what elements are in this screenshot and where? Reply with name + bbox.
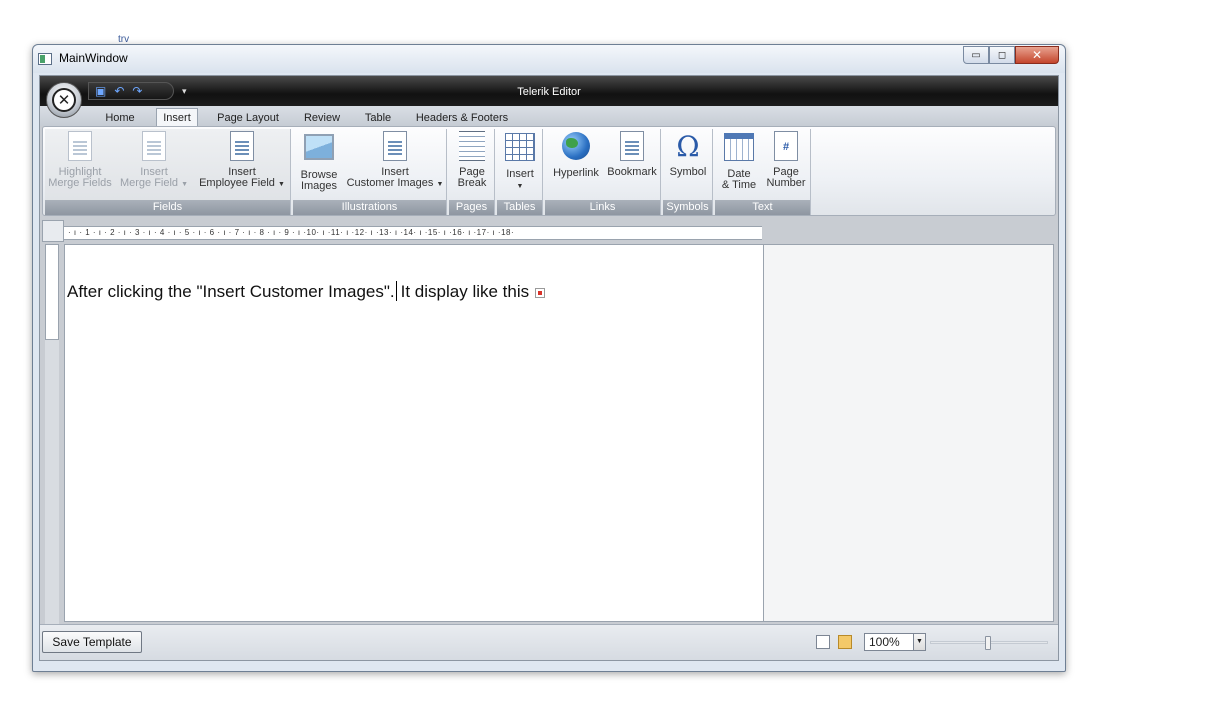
insert-customer-images-button[interactable]: Insert Customer Images ▼ [345,131,445,190]
dropdown-arrow-icon: ▼ [181,181,189,188]
ruler-row: · ı · 1 · ı · 2 · ı · 3 · ı · 4 · ı · 5 … [40,218,1058,242]
maximize-button[interactable]: ◻ [989,46,1015,64]
calendar-clock-icon [724,133,754,161]
document-text-after: It display like this [400,282,530,301]
window-title: MainWindow [59,51,128,65]
minimize-button[interactable]: ▭ [963,46,989,64]
document-text-before: After clicking the "Insert Customer Imag… [67,282,395,301]
save-template-button[interactable]: Save Template [42,631,142,653]
telerik-editor: Telerik Editor ✕ ▣ ↶ ↷ ▾ Home Insert Pag… [39,75,1059,661]
ribbon-tabs: Home Insert Page Layout Review Table Hea… [40,106,1058,127]
group-links: Hyperlink Bookmark Links [545,129,661,215]
symbol-button[interactable]: Ω Symbol [665,131,711,178]
print-layout-view-icon[interactable] [838,635,852,649]
employee-field-icon [230,131,254,161]
app-title: Telerik Editor [517,86,581,98]
telerik-logo-icon: ✕ [52,88,76,112]
insert-merge-field-button[interactable]: Insert Merge Field ▼ [119,131,189,190]
page-break-button[interactable]: Page Break [451,131,493,189]
dropdown-arrow-icon: ▼ [516,183,524,190]
date-time-button[interactable]: Date & Time [717,131,761,191]
window-controls: ▭ ◻ ✕ [963,46,1059,64]
ribbon-insert: Highlight Merge Fields Insert Merge Fiel… [42,126,1056,216]
merge-field-icon [142,131,166,161]
globe-link-icon [562,132,590,160]
tab-table[interactable]: Table [358,109,398,127]
undo-icon[interactable]: ↶ [114,85,124,97]
document-page[interactable]: After clicking the "Insert Customer Imag… [64,244,764,622]
hyperlink-button[interactable]: Hyperlink [547,131,605,179]
table-grid-icon [505,133,535,161]
zoom-dropdown-arrow-icon[interactable]: ▼ [913,634,925,650]
group-label-text: Text [715,200,810,215]
app-titlebar: Telerik Editor [40,76,1058,106]
save-icon[interactable]: ▣ [95,85,106,97]
page-number-icon: # [774,131,798,161]
dropdown-arrow-icon: ▼ [436,181,444,188]
insert-employee-field-button[interactable]: Insert Employee Field ▼ [195,131,289,190]
page-break-icon [459,131,485,161]
vertical-ruler-margin [45,244,59,340]
group-symbols: Ω Symbol Symbols [663,129,713,215]
zoom-slider[interactable] [930,636,1048,650]
application-menu-button[interactable]: ✕ [46,82,82,118]
group-label-symbols: Symbols [663,200,712,215]
draft-view-icon[interactable] [816,635,830,649]
zoom-value: 100% [869,635,900,649]
qat-customize-icon[interactable]: ▾ [182,86,187,97]
stray-text: trv [118,34,130,43]
vertical-ruler[interactable] [44,244,60,626]
vertical-ruler-body [45,340,59,624]
tab-headers-footers[interactable]: Headers & Footers [412,109,512,127]
document-text[interactable]: After clicking the "Insert Customer Imag… [67,281,546,302]
omega-symbol-icon: Ω [676,130,700,163]
zoom-slider-thumb[interactable] [985,636,991,650]
group-text: Date & Time # Page Number Text [715,129,811,215]
picture-icon [304,134,334,160]
window-app-icon [38,53,52,65]
tab-insert[interactable]: Insert [156,108,198,127]
page-number-button[interactable]: # Page Number [763,131,809,189]
group-label-illustrations: Illustrations [293,200,446,215]
horizontal-ruler[interactable]: · ı · 1 · ı · 2 · ı · 3 · ı · 4 · ı · 5 … [64,226,762,240]
bookmark-button[interactable]: Bookmark [605,131,659,178]
group-label-tables: Tables [497,200,542,215]
redo-icon[interactable]: ↷ [132,85,142,97]
group-label-pages: Pages [449,200,494,215]
bookmark-icon [620,131,644,161]
tab-page-layout[interactable]: Page Layout [212,109,284,127]
broken-image-icon[interactable] [535,288,546,298]
group-label-links: Links [545,200,660,215]
ruler-corner [42,220,64,242]
tab-review[interactable]: Review [298,109,346,127]
group-fields: Highlight Merge Fields Insert Merge Fiel… [45,129,291,215]
group-tables: Insert ▼ Tables [497,129,543,215]
quick-access-toolbar: ▣ ↶ ↷ [88,82,174,100]
customer-images-icon [383,131,407,161]
group-label-fields: Fields [45,200,290,215]
dropdown-arrow-icon: ▼ [277,181,285,188]
document-side-area [764,244,1054,622]
group-pages: Page Break Pages [449,129,495,215]
main-window: MainWindow ▭ ◻ ✕ Telerik Editor ✕ ▣ ↶ ↷ … [32,44,1066,672]
zoom-combobox[interactable]: 100% ▼ [864,633,926,651]
tab-home[interactable]: Home [98,109,142,127]
status-bar: Save Template 100% ▼ [40,624,1058,660]
window-titlebar[interactable]: MainWindow ▭ ◻ ✕ [33,45,1065,73]
close-button[interactable]: ✕ [1015,46,1059,64]
insert-table-button[interactable]: Insert ▼ [499,131,541,192]
group-illustrations: Browse Images Insert Customer Images ▼ I… [293,129,447,215]
text-caret [395,281,397,301]
highlight-fields-icon [68,131,92,161]
browse-images-button[interactable]: Browse Images [295,131,343,192]
highlight-merge-fields-button[interactable]: Highlight Merge Fields [47,131,113,189]
